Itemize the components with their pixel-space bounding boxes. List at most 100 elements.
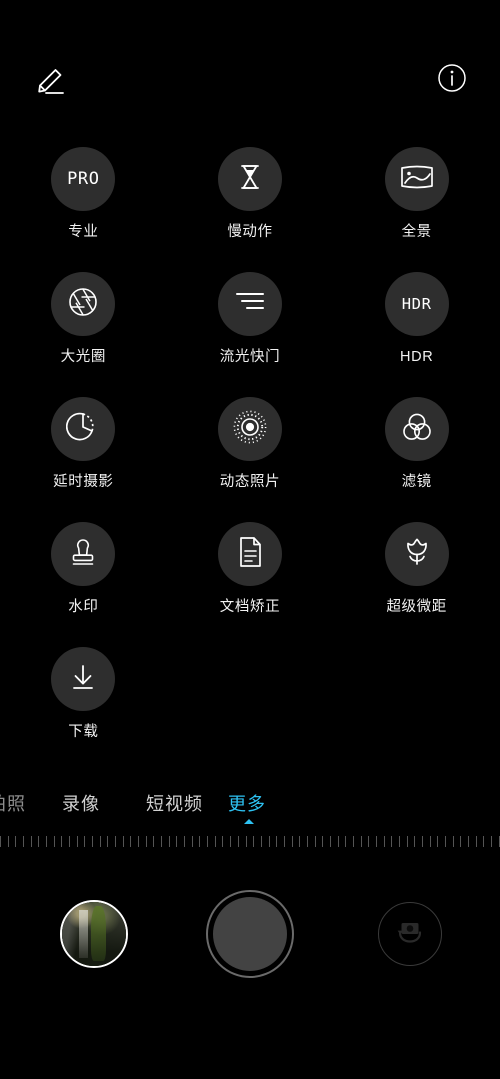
hourglass-icon [233, 160, 267, 199]
ruler-tick [23, 835, 25, 847]
ruler-tick [61, 835, 63, 847]
ruler-tick [153, 835, 155, 847]
ruler-tick [7, 835, 9, 847]
mode-item-hdr[interactable]: HDR HDR [333, 265, 500, 390]
ruler-tick [491, 835, 492, 847]
ruler-tick [99, 835, 101, 847]
camera-flip-button[interactable] [378, 902, 442, 966]
mode-item-slow-motion[interactable]: 慢动作 [167, 140, 334, 265]
tab-short-video[interactable]: 短视频 [146, 790, 203, 816]
ruler-tick [107, 835, 109, 847]
mode-icon-circle: HDR [384, 272, 449, 336]
tab-photo[interactable]: 拍照 [0, 790, 26, 816]
thumbnail-detail [91, 905, 106, 961]
pro-text-icon: PRO [67, 169, 100, 189]
ruler-tick [253, 835, 255, 847]
time-lapse-icon [66, 410, 100, 449]
mode-item-watermark[interactable]: 水印 [0, 515, 167, 640]
ruler-tick [207, 835, 209, 847]
mode-icon-circle [384, 522, 449, 586]
mode-item-live-photo[interactable]: 动态照片 [167, 390, 334, 515]
ruler-tick [444, 835, 446, 847]
mode-label: 水印 [68, 599, 99, 615]
info-button[interactable] [432, 60, 472, 100]
mode-icon-circle [51, 272, 116, 336]
ruler-tick [467, 835, 469, 847]
bottom-control-bar [0, 890, 500, 1000]
top-bar [0, 0, 500, 130]
ruler-tick [92, 835, 94, 847]
ruler-tick [460, 835, 462, 847]
ruler-tick [168, 835, 170, 847]
ruler-tick [230, 835, 232, 847]
ruler-tick [329, 835, 331, 847]
ruler-tick [483, 835, 485, 847]
ruler-tick [46, 835, 48, 847]
ruler-tick [314, 835, 316, 847]
ruler-tick [115, 835, 117, 847]
ruler-tick [237, 835, 239, 847]
mode-label: 大光圈 [60, 349, 106, 365]
mode-grid-spacer [167, 640, 334, 765]
shutter-button-inner [213, 897, 287, 971]
camera-more-modes-screen: PRO 专业 慢动作 全景 大光圈 流光快门 HDR HDR 延时摄影 动态照片… [0, 0, 500, 1079]
ruler-tick [15, 835, 17, 847]
mode-item-aperture[interactable]: 大光圈 [0, 265, 167, 390]
gallery-thumbnail[interactable] [60, 900, 128, 968]
ruler-tick [53, 835, 55, 847]
ruler-tick [176, 835, 178, 847]
mode-label: 滤镜 [401, 474, 432, 490]
mode-item-filter[interactable]: 滤镜 [333, 390, 500, 515]
ruler-tick [245, 835, 247, 847]
ruler-tick [475, 835, 477, 847]
mode-icon-circle [51, 397, 116, 461]
mode-item-panorama[interactable]: 全景 [333, 140, 500, 265]
mode-icon-circle [217, 147, 282, 211]
active-tab-indicator [244, 819, 254, 824]
mode-item-light-painting[interactable]: 流光快门 [167, 265, 334, 390]
mode-label: 全景 [401, 224, 432, 240]
ruler-tick [345, 835, 347, 847]
mode-icon-circle [384, 147, 449, 211]
watermark-stamp-icon [66, 535, 100, 574]
capture-mode-tabs: 拍照 录像 短视频 更多 [0, 790, 500, 824]
edit-modes-button[interactable] [26, 58, 76, 104]
ruler-tick [452, 835, 454, 847]
ruler-tick [406, 835, 408, 847]
zoom-ruler-strip[interactable] [0, 834, 500, 848]
ruler-tick [84, 835, 86, 847]
ruler-tick [38, 835, 40, 847]
ruler-tick [299, 835, 301, 847]
mode-item-pro[interactable]: PRO 专业 [0, 140, 167, 265]
mode-item-time-lapse[interactable]: 延时摄影 [0, 390, 167, 515]
mode-item-download[interactable]: 下载 [0, 640, 167, 765]
filter-circles-icon [400, 411, 434, 448]
ruler-tick [130, 835, 132, 847]
mode-label: 慢动作 [227, 224, 273, 240]
tab-video[interactable]: 录像 [62, 790, 100, 816]
ruler-tick [191, 835, 193, 847]
download-arrow-icon [67, 661, 99, 698]
mode-icon-circle [217, 272, 282, 336]
gallery-thumbnail-image [62, 902, 126, 966]
mode-label: 延时摄影 [53, 474, 114, 490]
mode-label: 动态照片 [219, 474, 281, 490]
ruler-tick [0, 835, 1, 847]
mode-grid-spacer [333, 640, 500, 765]
mode-label: 文档矫正 [219, 599, 281, 615]
mode-label: HDR [400, 349, 434, 365]
mode-grid: PRO 专业 慢动作 全景 大光圈 流光快门 HDR HDR 延时摄影 动态照片… [0, 140, 500, 765]
tab-more[interactable]: 更多 [228, 790, 266, 816]
ruler-tick [214, 835, 216, 847]
mode-item-super-macro[interactable]: 超级微距 [333, 515, 500, 640]
ruler-tick [306, 835, 308, 847]
mode-label: 流光快门 [219, 349, 281, 365]
mode-item-document[interactable]: 文档矫正 [167, 515, 334, 640]
ruler-tick [222, 835, 224, 847]
mode-icon-circle [51, 647, 116, 711]
shutter-button[interactable] [206, 890, 294, 978]
ruler-tick [437, 835, 439, 847]
ruler-tick [122, 835, 124, 847]
ruler-tick [260, 835, 262, 847]
document-icon [235, 535, 265, 574]
